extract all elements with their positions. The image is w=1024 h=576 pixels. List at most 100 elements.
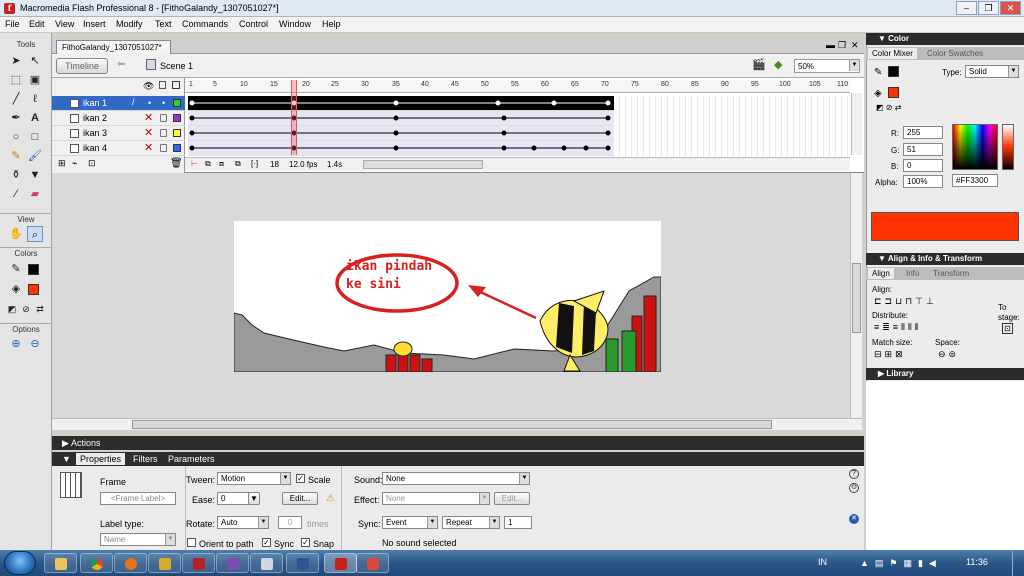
stage-vscroll[interactable]	[850, 173, 862, 418]
ease-slider-button[interactable]: ▼	[248, 492, 260, 505]
tab-color-mixer[interactable]: Color Mixer	[868, 48, 917, 59]
language-indicator[interactable]: IN	[818, 557, 827, 567]
pencil-tool-icon[interactable]: ✎	[8, 148, 24, 164]
show-desktop-button[interactable]	[1012, 551, 1024, 576]
menu-modify[interactable]: Modify	[116, 19, 143, 29]
library-panel-header[interactable]: ▶ Library	[866, 368, 1024, 380]
hidden-x-icon[interactable]: ✕	[144, 111, 153, 124]
taskbar-firefox-icon[interactable]	[114, 553, 147, 573]
brightness-slider[interactable]	[1002, 124, 1014, 170]
actions-panel-header[interactable]: ▶ Actions	[52, 436, 864, 450]
fill-type-select[interactable]: Solid ▼	[965, 65, 1019, 78]
tray-icons[interactable]: ▲▤⚑▦▮◀	[860, 558, 942, 569]
tab-properties[interactable]: Properties	[76, 453, 126, 465]
taskbar-vs-icon[interactable]	[216, 553, 249, 573]
oval-tool-icon[interactable]: ○	[8, 129, 24, 145]
lock-dot-icon[interactable]: •	[162, 98, 165, 108]
stage-hscroll[interactable]	[52, 418, 862, 430]
close-panel-icon[interactable]: ✕	[849, 514, 859, 524]
taskbar-window-icon[interactable]	[250, 553, 283, 573]
brush-tool-icon[interactable]: 🖌	[27, 148, 43, 164]
rectangle-tool-icon[interactable]: □	[27, 129, 43, 145]
snap-checkbox[interactable]: ✓	[301, 538, 310, 547]
empty-frames[interactable]	[614, 96, 850, 156]
selection-tool-icon[interactable]: ➤	[8, 53, 24, 69]
taskbar-chrome-icon[interactable]	[80, 553, 113, 573]
layer-row-ikan-4[interactable]: ikan 4 ✕	[52, 141, 185, 156]
taskbar-app-icon[interactable]	[182, 553, 215, 573]
stroke-color-swatch[interactable]	[28, 264, 39, 275]
lasso-tool-icon[interactable]: ℓ	[27, 91, 43, 107]
layer-color-swatch[interactable]	[173, 99, 181, 107]
swap-colors-icon[interactable]: ⇄	[32, 301, 48, 317]
tab-info[interactable]: Info	[906, 269, 919, 278]
hidden-x-icon[interactable]: ✕	[144, 141, 153, 154]
text-tool-icon[interactable]: A	[27, 110, 43, 126]
eraser-tool-icon[interactable]: ▰	[27, 186, 43, 202]
scale-checkbox[interactable]: ✓	[296, 474, 305, 483]
space-buttons-icons[interactable]: ⊖⊜	[938, 349, 959, 360]
red-input[interactable]: 255	[903, 126, 943, 139]
menu-control[interactable]: Control	[239, 19, 268, 29]
frame-label-input[interactable]: <Frame Label>	[100, 492, 176, 505]
taskbar-paint-icon[interactable]	[356, 553, 389, 573]
modify-markers-icon[interactable]: [·]	[251, 159, 258, 168]
menu-help[interactable]: Help	[322, 19, 341, 29]
tab-filters[interactable]: Filters	[133, 454, 158, 464]
fill-color-swatch[interactable]	[28, 284, 39, 295]
frame-rate[interactable]: 12.0 fps	[289, 160, 317, 169]
lock-icon[interactable]	[160, 144, 167, 152]
paint-bucket-tool-icon[interactable]: ▼	[27, 167, 43, 183]
tween-select[interactable]: Motion ▼	[217, 472, 291, 485]
ease-edit-button[interactable]: Edit...	[282, 492, 318, 505]
close-button[interactable]: ✕	[1000, 1, 1021, 15]
playhead[interactable]	[291, 80, 297, 155]
orient-to-path-checkbox[interactable]	[187, 538, 196, 547]
tab-align[interactable]: Align	[868, 268, 894, 279]
timeline-hscroll[interactable]	[363, 160, 483, 169]
alpha-input[interactable]: 100%	[903, 175, 943, 188]
edit-multiple-frames-icon[interactable]: ⧉	[235, 159, 241, 169]
hex-input[interactable]: #FF3300	[952, 174, 998, 187]
rotate-select[interactable]: Auto ▼	[217, 516, 269, 529]
layer-row-ikan-2[interactable]: ikan 2 ✕	[52, 111, 185, 126]
zoom-select[interactable]: 50% ▼	[794, 59, 860, 73]
tab-transform[interactable]: Transform	[933, 269, 969, 278]
visible-dot-icon[interactable]: •	[148, 98, 151, 108]
onion-outlines-icon[interactable]: ⧈	[219, 159, 224, 169]
zoom-in-icon[interactable]: ⊕	[8, 336, 24, 352]
stage[interactable]: ikan pindah ke sini	[234, 221, 661, 372]
match-size-buttons-icons[interactable]: ⊟⊞⊠	[874, 349, 906, 360]
menu-commands[interactable]: Commands	[182, 19, 228, 29]
color-panel-header[interactable]: ▼ Color	[866, 33, 1024, 45]
menu-file[interactable]: File	[5, 19, 20, 29]
timeline-toggle-button[interactable]: Timeline	[56, 58, 108, 74]
menu-window[interactable]: Window	[279, 19, 311, 29]
color-spectrum[interactable]	[952, 124, 998, 170]
add-folder-icon[interactable]: ⊡	[88, 158, 96, 169]
clock[interactable]: 11:36	[966, 557, 988, 567]
doc-restore-icon[interactable]: ❐	[838, 40, 846, 51]
taskbar-explorer-icon[interactable]	[44, 553, 77, 573]
start-button[interactable]	[4, 551, 36, 575]
timeline-vscroll[interactable]	[851, 93, 862, 155]
zoom-out-icon[interactable]: ⊖	[27, 336, 43, 352]
document-tab[interactable]: FithoGalandy_1307051027*	[56, 40, 171, 54]
menu-insert[interactable]: Insert	[83, 19, 106, 29]
pen-tool-icon[interactable]: ✒	[8, 110, 24, 126]
onion-skin-icon[interactable]: ⧉	[205, 159, 211, 169]
effect-select[interactable]: None ▼	[382, 492, 490, 505]
mixer-default-icons[interactable]: ◩ ⊘ ⇄	[876, 103, 901, 112]
layer-color-swatch[interactable]	[173, 144, 181, 152]
center-frame-icon[interactable]: ⊢	[191, 159, 198, 168]
stroke-color-icon[interactable]: ✎	[8, 261, 24, 277]
repeat-count-input[interactable]: 1	[504, 516, 532, 529]
sync-checkbox[interactable]: ✓	[262, 538, 271, 547]
add-layer-icon[interactable]: ⊞	[58, 158, 66, 169]
taskbar-flash-icon[interactable]	[324, 553, 357, 573]
distribute-buttons-icons[interactable]: ≡≣≡⦀⫴⦀	[874, 322, 922, 333]
free-transform-tool-icon[interactable]: ⬚	[8, 72, 24, 88]
delete-layer-icon[interactable]: 🗑	[170, 158, 183, 169]
sync-select[interactable]: Event ▼	[382, 516, 438, 529]
lock-icon[interactable]	[160, 129, 167, 137]
